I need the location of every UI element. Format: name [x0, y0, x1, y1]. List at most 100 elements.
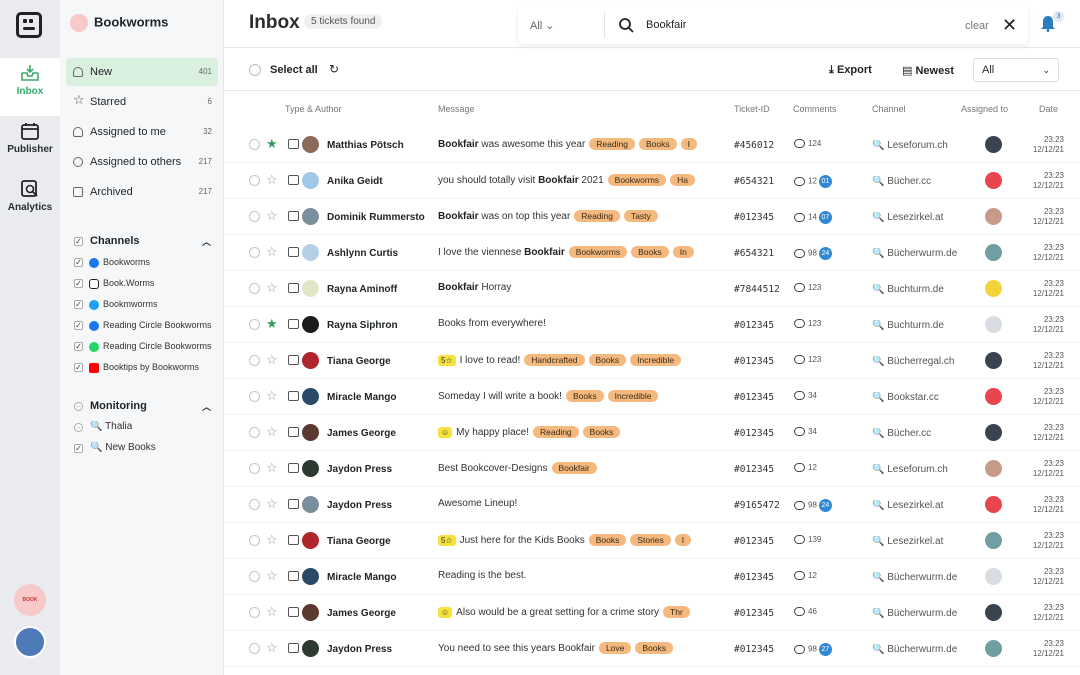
channel-cell[interactable]: 🔍 Bücherregal.ch [872, 356, 964, 367]
monitoring-checkbox[interactable]: – [74, 402, 83, 411]
assignee-avatar[interactable] [985, 316, 1002, 333]
sidebar-item-assigned-to-me[interactable]: Assigned to me 32 [66, 118, 218, 146]
channel-cell[interactable]: 🔍 Bücher.cc [872, 176, 964, 187]
row-checkbox[interactable] [249, 463, 260, 474]
table-row[interactable]: ☆ Jaydon Press You need to see this years … [224, 631, 1080, 667]
author-name[interactable]: James George [327, 428, 435, 439]
author-name[interactable]: Jaydon Press [327, 644, 435, 655]
tag[interactable]: Reading [574, 210, 620, 222]
ticket-id[interactable]: #012345 [734, 212, 774, 223]
table-row[interactable]: ☆ James George ☺ My happy place! Reading Book… [224, 415, 1080, 451]
close-icon[interactable]: ✕ [1002, 15, 1017, 36]
ticket-id[interactable]: #012345 [734, 392, 774, 403]
star-icon[interactable]: ☆ [266, 208, 278, 224]
assignee-avatar[interactable] [985, 532, 1002, 549]
channel-cell[interactable]: 🔍 Leseforum.ch [872, 464, 964, 475]
message-cell[interactable]: ☺ My happy place! Reading Books [438, 426, 714, 438]
row-checkbox[interactable] [249, 355, 260, 366]
row-checkbox[interactable] [249, 283, 260, 294]
export-button[interactable]: ⤓ Export [829, 64, 872, 77]
author-name[interactable]: James George [327, 608, 435, 619]
ticket-id[interactable]: #7844512 [734, 284, 780, 295]
message-cell[interactable]: I love the viennese Bookfair Bookworms Boo… [438, 246, 714, 258]
comments-cell[interactable]: 14 07 [794, 211, 832, 224]
column-header-comments[interactable]: Comments [793, 104, 837, 114]
assignee-avatar[interactable] [985, 568, 1002, 585]
message-cell[interactable]: 5☆ Just here for the Kids Books Books Stori… [438, 534, 714, 546]
star-icon[interactable]: ★ [266, 316, 278, 332]
channel-cell[interactable]: 🔍 Bookstar.cc [872, 392, 964, 403]
tag[interactable]: Handcrafted [524, 354, 585, 366]
rail-item-analytics[interactable]: Analytics [0, 174, 60, 232]
star-icon[interactable]: ☆ [266, 532, 278, 548]
comments-cell[interactable]: 98 27 [794, 643, 832, 656]
sidebar-item-assigned-to-others[interactable]: Assigned to others 217 [66, 148, 218, 176]
assignee-avatar[interactable] [985, 424, 1002, 441]
ticket-id[interactable]: #012345 [734, 428, 774, 439]
message-cell[interactable]: Awesome Lineup! [438, 498, 714, 509]
tag[interactable]: I [674, 534, 692, 546]
tag[interactable]: Stories [630, 534, 671, 546]
star-icon[interactable]: ☆ [266, 388, 278, 404]
table-row[interactable]: ☆ Dominik Rummersto Bookfair was on top th… [224, 199, 1080, 235]
author-name[interactable]: Miracle Mango [327, 392, 435, 403]
tag[interactable]: Reading [533, 426, 579, 438]
channel-checkbox[interactable]: ✓ [74, 258, 83, 267]
app-logo-icon[interactable] [16, 12, 42, 38]
tag[interactable]: Bookworms [568, 246, 628, 258]
channels-section-title[interactable]: Channels ︿ [90, 235, 211, 247]
author-name[interactable]: Matthias Pötsch [327, 140, 435, 151]
chevron-up-icon[interactable]: ︿ [202, 400, 211, 413]
tag[interactable]: Books [635, 642, 674, 654]
row-checkbox[interactable] [249, 139, 260, 150]
row-checkbox[interactable] [249, 427, 260, 438]
sidebar-item-new[interactable]: New 401 [66, 58, 218, 86]
channels-checkbox[interactable]: ✓ [74, 237, 83, 246]
message-cell[interactable]: Bookfair was on top this year Reading Tast… [438, 210, 714, 222]
tag[interactable]: Books [565, 390, 604, 402]
assignee-avatar[interactable] [985, 604, 1002, 621]
star-icon[interactable]: ☆ [266, 280, 278, 296]
monitoring-item[interactable]: ✓ 🔍 New Books [74, 442, 220, 453]
author-name[interactable]: Tiana George [327, 356, 435, 367]
search-filter-select[interactable]: All ⌄ [530, 19, 555, 32]
monitoring-checkbox[interactable]: – [74, 423, 83, 432]
author-name[interactable]: Miracle Mango [327, 572, 435, 583]
comments-cell[interactable]: 46 [794, 607, 817, 617]
message-cell[interactable]: Books from everywhere! [438, 318, 714, 329]
channel-cell[interactable]: 🔍 Lesezirkel.at [872, 536, 964, 547]
ticket-id[interactable]: #012345 [734, 608, 774, 619]
channel-item[interactable]: ✓ Reading Circle Bookworms [74, 320, 220, 331]
row-checkbox[interactable] [249, 643, 260, 654]
ticket-id[interactable]: #012345 [734, 464, 774, 475]
refresh-icon[interactable]: ↻ [329, 62, 339, 76]
comments-cell[interactable]: 98 24 [794, 499, 832, 512]
tag[interactable]: I [680, 138, 697, 150]
comments-cell[interactable]: 34 [794, 427, 817, 437]
workspace-logo[interactable]: BOOK FOREST [14, 584, 46, 635]
tag[interactable]: Books [631, 246, 669, 258]
table-row[interactable]: ☆ Miracle Mango Someday I will write a boo… [224, 379, 1080, 415]
channel-item[interactable]: ✓ Book.Worms [74, 278, 220, 289]
ticket-id[interactable]: #012345 [734, 320, 774, 331]
clear-button[interactable]: clear [965, 20, 989, 32]
author-name[interactable]: Anika Geidt [327, 176, 435, 187]
row-checkbox[interactable] [249, 607, 260, 618]
table-row[interactable]: ☆ Rayna Aminoff Bookfair Horray #7844512 123… [224, 271, 1080, 307]
star-icon[interactable]: ☆ [266, 604, 278, 620]
channel-checkbox[interactable]: ✓ [74, 300, 83, 309]
tag[interactable]: In [672, 246, 694, 258]
channel-cell[interactable]: 🔍 Bücherwurm.de [872, 644, 964, 655]
table-row[interactable]: ☆ Tiana George 5☆ Just here for the Kids Bo… [224, 523, 1080, 559]
row-checkbox[interactable] [249, 571, 260, 582]
tag[interactable]: Bookfair [551, 462, 597, 474]
tag[interactable]: Bookworms [607, 174, 667, 186]
table-row[interactable]: ☆ Miracle Mango Reading is the best. #01234… [224, 559, 1080, 595]
column-header-message[interactable]: Message [438, 104, 475, 114]
message-cell[interactable]: Someday I will write a book! Books Incredi… [438, 390, 714, 402]
author-name[interactable]: Tiana George [327, 536, 435, 547]
tag[interactable]: Books [588, 354, 627, 366]
star-icon[interactable]: ☆ [266, 352, 278, 368]
channel-checkbox[interactable]: ✓ [74, 279, 83, 288]
table-row[interactable]: ★ Rayna Siphron Books from everywhere! #012… [224, 307, 1080, 343]
